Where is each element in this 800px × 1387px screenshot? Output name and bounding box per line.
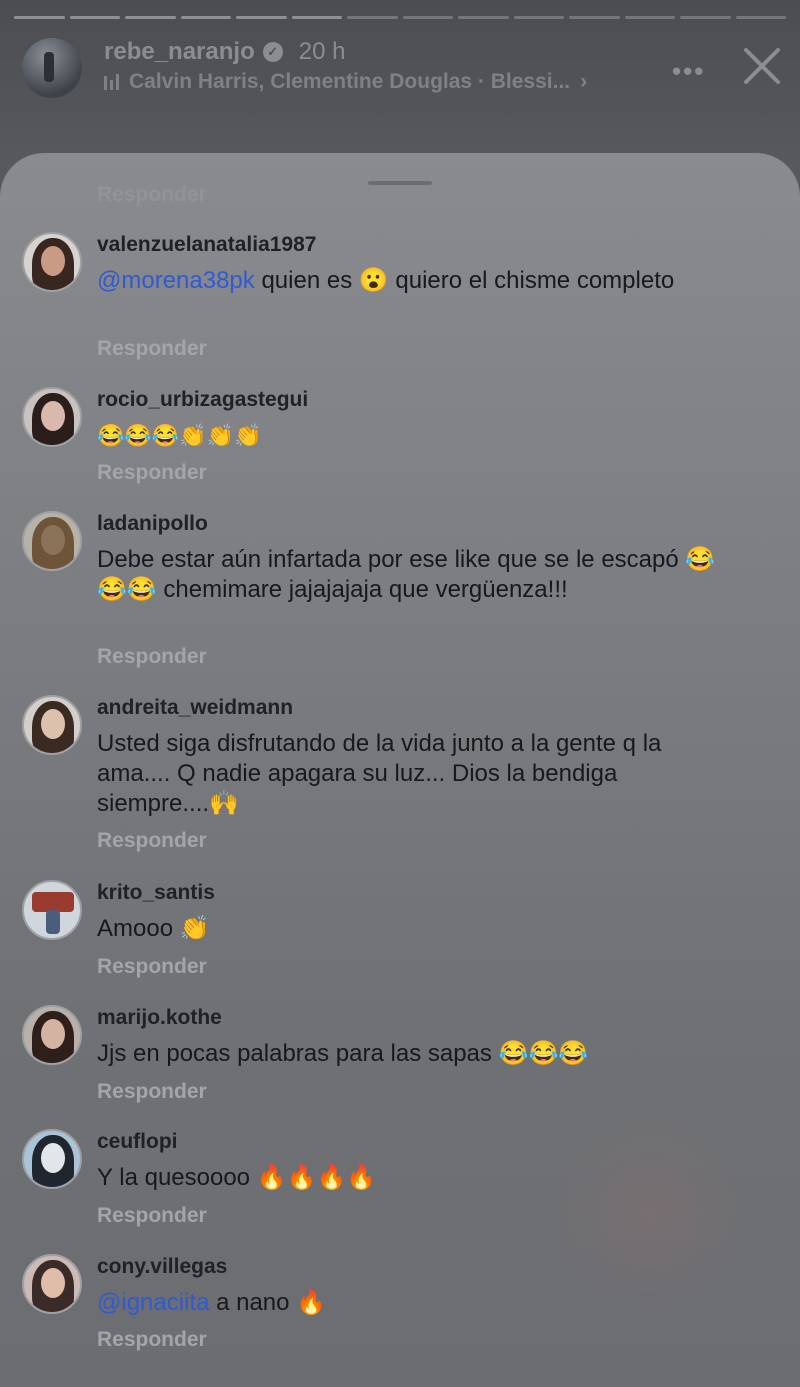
story-time: 20 h bbox=[298, 38, 346, 65]
avatar[interactable] bbox=[22, 880, 82, 940]
avatar[interactable] bbox=[22, 511, 82, 571]
progress-segment bbox=[69, 16, 120, 19]
progress-segment bbox=[624, 16, 675, 19]
reply-button[interactable]: Responder bbox=[97, 829, 207, 853]
progress-segment bbox=[347, 16, 398, 19]
story-music-text: Calvin Harris, Clementine Douglas · Bles… bbox=[129, 70, 571, 93]
avatar[interactable] bbox=[22, 232, 82, 292]
avatar[interactable] bbox=[22, 387, 82, 447]
avatar[interactable] bbox=[22, 1254, 82, 1314]
progress-segment bbox=[291, 16, 342, 19]
progress-segment bbox=[458, 16, 509, 19]
comment-text: Usted siga disfrutando de la vida junto … bbox=[97, 730, 662, 817]
reply-button[interactable]: Responder bbox=[97, 337, 207, 361]
story-music-link[interactable]: Calvin Harris, Clementine Douglas · Bles… bbox=[104, 70, 587, 94]
comment-username[interactable]: andreita_weidmann bbox=[97, 696, 293, 720]
progress-segment bbox=[236, 16, 287, 19]
story-username[interactable]: rebe_naranjo bbox=[104, 38, 255, 66]
story-progress-bar bbox=[14, 16, 786, 20]
comment-text: Debe estar aún infartada por ese like qu… bbox=[97, 546, 716, 603]
progress-segment bbox=[402, 16, 453, 19]
progress-segment bbox=[14, 16, 65, 19]
comment-username[interactable]: krito_santis bbox=[97, 881, 215, 905]
comment-username[interactable]: ladanipollo bbox=[97, 512, 208, 536]
sheet-drag-handle[interactable] bbox=[368, 181, 432, 185]
comment-text: @morena38pk quien es 😮 quiero el chisme … bbox=[97, 267, 675, 294]
comment-text: 😂😂😂👏👏👏 bbox=[97, 423, 262, 448]
story-header: rebe_naranjo ✓ 20 h Calvin Harris, Cleme… bbox=[22, 36, 784, 98]
reply-button[interactable]: Responder bbox=[97, 1204, 207, 1228]
avatar[interactable] bbox=[22, 695, 82, 755]
comments-sheet: Responder valenzuelanatalia1987 @morena3… bbox=[0, 153, 800, 1387]
more-options-icon[interactable]: ••• bbox=[672, 56, 705, 87]
reply-button[interactable]: Responder bbox=[97, 1328, 207, 1352]
comment-text: Jjs en pocas palabras para las sapas 😂😂😂 bbox=[97, 1040, 589, 1067]
comment-username[interactable]: rocio_urbizagastegui bbox=[97, 388, 308, 412]
comment-username[interactable]: cony.villegas bbox=[97, 1255, 227, 1279]
verified-badge-icon: ✓ bbox=[262, 42, 283, 62]
comment-text: Y la quesoooo 🔥🔥🔥🔥 bbox=[97, 1164, 377, 1191]
progress-segment bbox=[569, 16, 620, 19]
close-icon[interactable] bbox=[740, 44, 784, 88]
progress-segment bbox=[513, 16, 564, 19]
mention-link[interactable]: @morena38pk bbox=[97, 267, 255, 294]
reply-button[interactable]: Responder bbox=[97, 645, 207, 669]
progress-segment bbox=[180, 16, 231, 19]
reply-button[interactable]: Responder bbox=[97, 1080, 207, 1104]
progress-segment bbox=[680, 16, 731, 19]
avatar[interactable] bbox=[22, 1005, 82, 1065]
sheet-glow bbox=[540, 1113, 760, 1313]
comment-text: Amooo 👏 bbox=[97, 915, 210, 942]
avatar[interactable] bbox=[22, 1129, 82, 1189]
reply-button[interactable]: Responder bbox=[97, 183, 207, 207]
comment-text: @ignaciita a nano 🔥 bbox=[97, 1289, 327, 1316]
progress-segment bbox=[125, 16, 176, 19]
comment-username[interactable]: ceuflopi bbox=[97, 1130, 178, 1154]
story-author-avatar[interactable] bbox=[22, 38, 82, 98]
reply-button[interactable]: Responder bbox=[97, 955, 207, 979]
chevron-right-icon: › bbox=[580, 70, 588, 93]
comment-username[interactable]: valenzuelanatalia1987 bbox=[97, 233, 316, 257]
progress-segment bbox=[735, 16, 786, 19]
story-author[interactable]: rebe_naranjo ✓ 20 h bbox=[104, 38, 345, 66]
comment-username[interactable]: marijo.kothe bbox=[97, 1006, 222, 1030]
mention-link[interactable]: @ignaciita bbox=[97, 1289, 209, 1316]
reply-button[interactable]: Responder bbox=[97, 461, 207, 485]
music-equalizer-icon bbox=[104, 74, 119, 90]
